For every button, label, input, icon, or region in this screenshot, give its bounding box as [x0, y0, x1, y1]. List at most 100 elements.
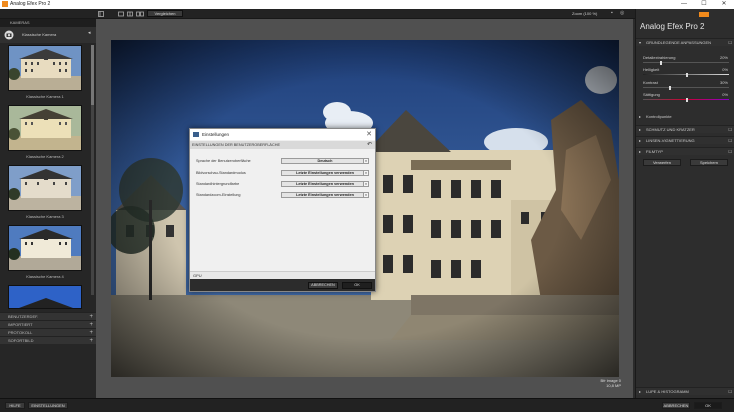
thumbnail-image	[9, 46, 81, 90]
close-window-button[interactable]: ✕	[714, 0, 734, 9]
section-toggle-icon[interactable]: ☐	[728, 137, 732, 145]
thumbnail-image	[9, 166, 81, 210]
save-preset-button[interactable]: Speichern	[690, 159, 728, 166]
section-basic-label: GRUNDLEGENDE ANPASSUNGEN	[646, 40, 712, 45]
slider-knob[interactable]	[668, 85, 671, 90]
loupe-label: LUPE & HISTOGRAMM	[646, 389, 689, 394]
image-size: 10,8 MP	[606, 383, 621, 388]
slider-label-brightness: Helligkeit	[643, 67, 660, 72]
category-selector[interactable]: Klassische Kamera ◂	[0, 27, 96, 43]
preset-label-3: Klassische Kamera 3	[26, 214, 64, 219]
control-points-row[interactable]: ▸ Kontrollpunkte	[636, 113, 734, 121]
side-by-side-icon[interactable]	[136, 11, 144, 17]
accordion-instant[interactable]: SOFORTBILD +	[0, 336, 96, 344]
detail-slider[interactable]	[643, 60, 729, 65]
loupe-icon[interactable]: ◎	[620, 10, 624, 16]
section-film-type[interactable]: ▸ FILMTYP ☐	[636, 147, 734, 155]
settings-dialog: Einstellungen ✕ EINSTELLUNGEN DER BENUTZ…	[189, 128, 376, 292]
expand-arrow-icon: ▸	[639, 138, 642, 143]
section-dirt-scratches[interactable]: ▸ SCHMUTZ UND KRATZER ☐	[636, 125, 734, 133]
sidebar-scrollbar[interactable]	[91, 45, 94, 295]
language-select[interactable]: Deutsch ▾	[281, 158, 369, 164]
background-color-label: Standardhintergrundfarbe	[196, 182, 240, 186]
zoom-setting-value: Letzte Einstellungen verwenden	[296, 193, 354, 197]
compare-button[interactable]: Vergleichen	[147, 10, 183, 17]
presets-header-label: KAMERAS	[10, 20, 30, 25]
background-color-value: Letzte Einstellungen verwenden	[296, 182, 354, 186]
preset-label-2: Klassische Kamera 2	[26, 154, 64, 159]
background-color-select[interactable]: Letzte Einstellungen verwenden ▾	[281, 181, 369, 187]
preview-mode-label: Bildvorschau-Standardmodus	[196, 171, 246, 175]
minimize-button[interactable]: —	[674, 0, 694, 9]
preset-label-1: Klassische Kamera 1	[26, 94, 64, 99]
category-label: Klassische Kamera	[22, 32, 57, 37]
preview-mode-select[interactable]: Letzte Einstellungen verwenden ▾	[281, 170, 369, 176]
dialog-app-icon	[193, 132, 199, 137]
thumbnail-image	[9, 226, 81, 270]
accordion-history-label: PROTOKOLL	[8, 330, 33, 335]
expand-arrow-icon: ▸	[639, 127, 642, 132]
sidebar-toggle-icon[interactable]	[98, 11, 104, 17]
zoom-select[interactable]: Zoom (100 %)	[572, 11, 597, 16]
presets-header: KAMERAS	[0, 19, 96, 27]
slider-knob[interactable]	[686, 97, 688, 102]
image-info: Bfr image 0 10,8 MP	[576, 378, 621, 388]
preset-thumbnail-1[interactable]	[8, 45, 82, 91]
language-label: Sprache der Benutzeroberfläche	[196, 159, 251, 163]
section-loupe-histogram[interactable]: ▸ LUPE & HISTOGRAMM ☐	[636, 387, 734, 395]
preset-thumbnail-2[interactable]	[8, 105, 82, 151]
dialog-cancel-button[interactable]: ABBRECHEN	[308, 282, 338, 289]
app-icon	[2, 1, 8, 7]
split-view-icon[interactable]	[127, 11, 133, 17]
contrast-slider[interactable]	[643, 85, 729, 90]
ok-button[interactable]: OK	[694, 402, 722, 409]
section-toggle-icon[interactable]: ☐	[728, 148, 732, 156]
preset-thumbnail-5[interactable]	[8, 285, 82, 309]
section-lens-vignette[interactable]: ▸ LINSEN-VIGNETTIERUNG ☐	[636, 136, 734, 144]
background-color-icon[interactable]: ▪	[611, 10, 613, 16]
zoom-setting-select[interactable]: Letzte Einstellungen verwenden ▾	[281, 192, 369, 198]
single-view-icon[interactable]	[118, 11, 124, 17]
brand-logo	[699, 12, 709, 17]
section-basic-adjustments[interactable]: ▾ GRUNDLEGENDE ANPASSUNGEN ☐	[636, 38, 734, 46]
accordion-imported-label: IMPORTIERT	[8, 322, 33, 327]
settings-button[interactable]: EINSTELLUNGEN	[28, 402, 68, 409]
accordion-history[interactable]: PROTOKOLL +	[0, 328, 96, 336]
gpu-label: GPU	[193, 273, 202, 278]
slider-value-detail: 20%	[719, 55, 728, 60]
section-toggle-icon[interactable]: ☐	[728, 388, 732, 396]
gpu-section[interactable]: GPU	[190, 271, 375, 279]
section-toggle-icon[interactable]: ☐	[728, 39, 732, 47]
brightness-slider[interactable]	[643, 72, 729, 77]
dropdown-arrow-icon: ▾	[363, 159, 368, 163]
dropdown-arrow-icon: ▾	[363, 193, 368, 197]
slider-value-brightness: 0%	[722, 67, 728, 72]
zoom-setting-label: Standardzoom-Einstellung	[196, 193, 241, 197]
preset-thumbnail-4[interactable]	[8, 225, 82, 271]
preset-thumbnail-3[interactable]	[8, 165, 82, 211]
accordion-imported[interactable]: IMPORTIERT +	[0, 320, 96, 328]
expand-arrow-icon: ▸	[639, 114, 642, 119]
section-toggle-icon[interactable]: ☐	[728, 126, 732, 134]
slider-knob[interactable]	[686, 72, 688, 77]
sidebar-scroll-thumb[interactable]	[91, 45, 94, 105]
discard-button[interactable]: Verwerfen	[643, 159, 681, 166]
bottom-bar: HILFE EINSTELLUNGEN ABBRECHEN OK	[0, 398, 734, 412]
thumbnail-image	[9, 106, 81, 150]
preset-sidebar: KAMERAS Klassische Kamera ◂ Klassische K…	[0, 19, 96, 398]
slider-value-saturation: 0%	[722, 92, 728, 97]
category-menu-icon[interactable]: ◂	[88, 30, 91, 36]
help-button[interactable]: HILFE	[5, 402, 25, 409]
dialog-ok-button[interactable]: OK	[342, 282, 372, 289]
reset-icon[interactable]: ↶	[367, 141, 372, 149]
slider-value-contrast: 30%	[719, 80, 728, 85]
saturation-slider[interactable]	[643, 97, 729, 102]
add-icon[interactable]: +	[89, 337, 93, 345]
camera-icon	[4, 30, 14, 40]
accordion-custom[interactable]: BENUTZERDEF. +	[0, 312, 96, 320]
brand-version: 2	[700, 22, 705, 31]
cancel-button[interactable]: ABBRECHEN	[662, 402, 690, 409]
maximize-button[interactable]: ☐	[694, 0, 714, 9]
slider-knob[interactable]	[660, 60, 663, 65]
dialog-close-button[interactable]: ✕	[366, 129, 372, 140]
